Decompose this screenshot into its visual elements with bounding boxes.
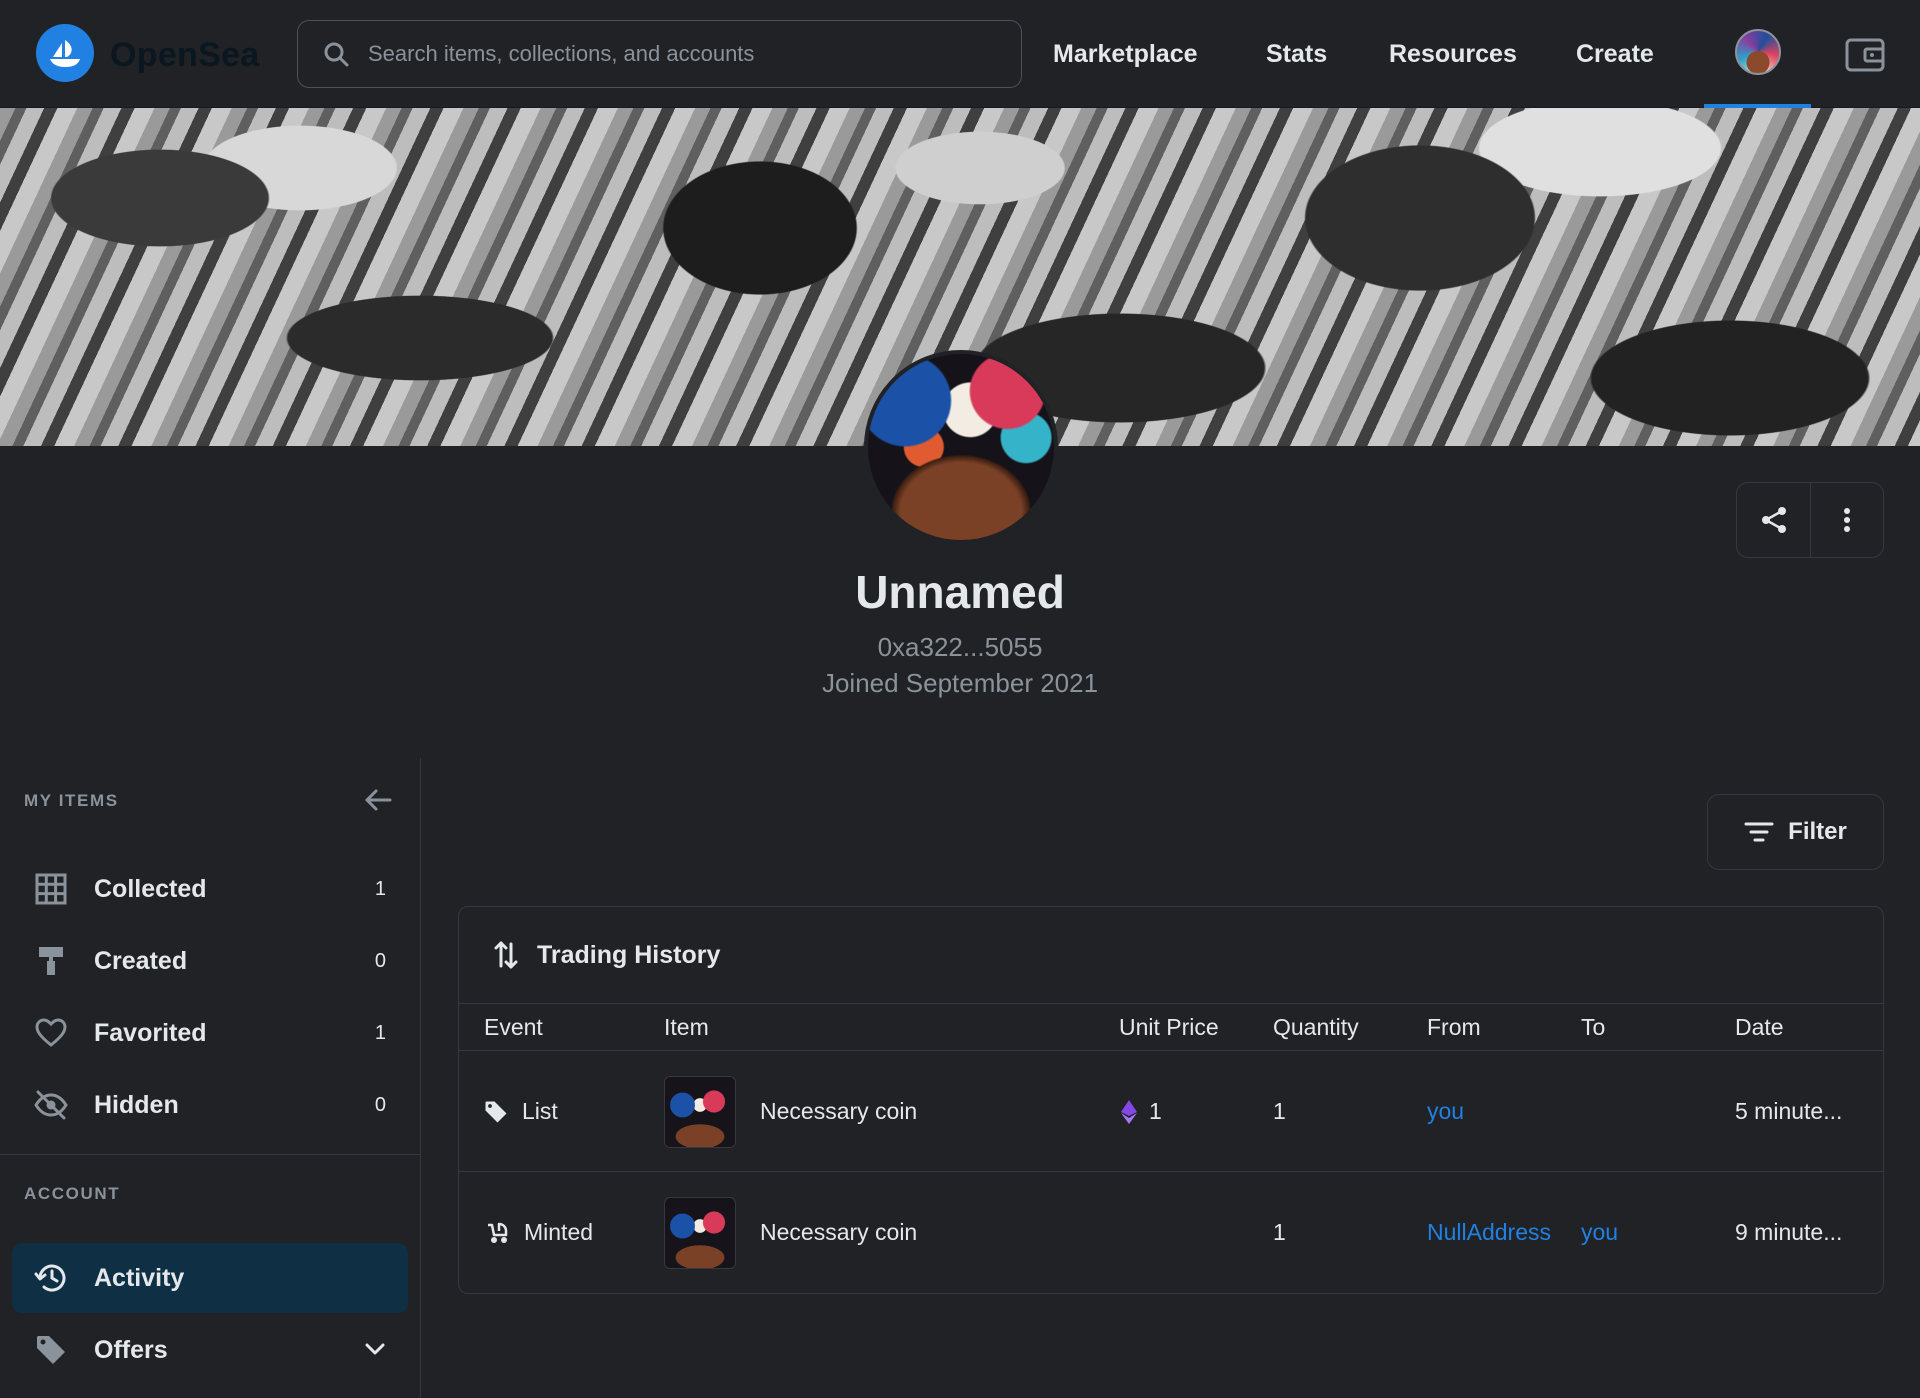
- filter-button[interactable]: Filter: [1707, 794, 1884, 870]
- share-button[interactable]: [1737, 483, 1810, 557]
- baby-stroller-icon: [488, 1222, 508, 1243]
- item-thumbnail[interactable]: [664, 1196, 736, 1269]
- to-link[interactable]: you: [1581, 1172, 1618, 1293]
- search-bar[interactable]: [297, 20, 1022, 88]
- sidebar-item-count: 1: [374, 1021, 386, 1044]
- from-link[interactable]: you: [1427, 1051, 1464, 1172]
- profile-actions: [1736, 482, 1884, 558]
- nav-profile-button[interactable]: [1704, 0, 1811, 108]
- table-row: Minted Necessary coin 1 NullAddress you …: [459, 1172, 1883, 1293]
- unit-price-value: 1: [1149, 1098, 1162, 1124]
- search-input[interactable]: [368, 34, 988, 74]
- unit-price-cell: 1: [1121, 1051, 1162, 1172]
- column-header-quantity: Quantity: [1273, 1014, 1359, 1040]
- item-cell[interactable]: Necessary coin: [664, 1051, 917, 1172]
- sidebar-item-created[interactable]: Created 0: [12, 926, 408, 996]
- grid-icon: [28, 873, 74, 905]
- nav-stats[interactable]: Stats: [1266, 0, 1327, 108]
- date-value[interactable]: 9 minute...: [1735, 1172, 1842, 1293]
- sidebar-item-count: 1: [374, 877, 386, 900]
- heart-icon: [28, 1018, 74, 1048]
- sidebar-item-label: Offers: [94, 1335, 168, 1364]
- table-header: Event Item Unit Price Quantity From To D…: [459, 1004, 1883, 1051]
- joined-date: Joined September 2021: [821, 668, 1099, 698]
- top-header: OpenSea Marketplace Stats Resources Crea…: [0, 0, 1920, 108]
- sidebar-item-label: Collected: [94, 874, 207, 903]
- quantity-value: 1: [1273, 1219, 1286, 1245]
- sidebar-item-count: 0: [374, 1093, 386, 1116]
- nav-marketplace[interactable]: Marketplace: [1053, 0, 1198, 108]
- wallet-icon[interactable]: [1840, 30, 1890, 80]
- filter-label: Filter: [1788, 818, 1847, 845]
- trading-history-header[interactable]: Trading History: [459, 907, 1883, 1004]
- history-icon: [28, 1262, 74, 1294]
- profile-name: Unnamed: [855, 566, 1065, 618]
- sidebar-item-label: Hidden: [94, 1090, 179, 1119]
- profile-avatar: [864, 350, 1058, 544]
- my-items-heading: MY ITEMS: [24, 791, 119, 810]
- column-header-from: From: [1427, 1014, 1481, 1040]
- tag-icon: [485, 1101, 507, 1122]
- avatar: [1734, 29, 1781, 75]
- item-thumbnail[interactable]: [664, 1075, 736, 1148]
- event-cell: Minted: [484, 1172, 593, 1293]
- sidebar-item-label: Favorited: [94, 1018, 207, 1047]
- item-name[interactable]: Necessary coin: [760, 1219, 917, 1246]
- sidebar: MY ITEMS Collected 1 Created 0 Favorited…: [0, 758, 421, 1398]
- quantity-value: 1: [1273, 1098, 1286, 1124]
- sidebar-divider: [0, 1154, 420, 1155]
- ethereum-icon: [1121, 1099, 1137, 1124]
- event-label: List: [522, 1098, 558, 1124]
- paint-roller-icon: [28, 945, 74, 977]
- sidebar-item-favorited[interactable]: Favorited 1: [12, 998, 408, 1068]
- search-icon: [320, 38, 352, 70]
- date-value[interactable]: 5 minute...: [1735, 1051, 1842, 1172]
- share-icon: [1761, 507, 1786, 533]
- chevron-down-icon[interactable]: [364, 1339, 386, 1362]
- column-header-item: Item: [664, 1014, 709, 1040]
- brand-name[interactable]: OpenSea: [110, 36, 260, 75]
- column-header-unit-price: Unit Price: [1119, 1014, 1219, 1040]
- nav-create[interactable]: Create: [1576, 0, 1654, 108]
- sidebar-item-hidden[interactable]: Hidden 0: [12, 1070, 408, 1140]
- filter-icon: [1744, 822, 1774, 842]
- arrows-up-down-icon: [494, 941, 518, 969]
- eye-off-icon: [28, 1090, 74, 1120]
- sidebar-item-offers[interactable]: Offers: [12, 1315, 408, 1385]
- sidebar-item-label: Created: [94, 946, 188, 975]
- item-cell[interactable]: Necessary coin: [664, 1172, 917, 1293]
- trading-history-title: Trading History: [537, 940, 721, 969]
- opensea-logo-icon[interactable]: [36, 24, 94, 82]
- sidebar-item-count: 0: [374, 949, 386, 972]
- column-header-event: Event: [484, 1014, 543, 1040]
- column-header-to: To: [1581, 1014, 1606, 1040]
- from-link[interactable]: NullAddress: [1427, 1172, 1551, 1293]
- event-cell: List: [484, 1051, 558, 1172]
- sidebar-item-collected[interactable]: Collected 1: [12, 854, 408, 924]
- more-options-button[interactable]: [1810, 483, 1883, 557]
- tag-icon: [28, 1334, 74, 1366]
- collapse-sidebar-icon[interactable]: [362, 784, 394, 816]
- sidebar-item-label: Activity: [94, 1263, 185, 1292]
- nav-resources[interactable]: Resources: [1389, 0, 1517, 108]
- more-vertical-icon: [1844, 508, 1850, 532]
- column-header-date: Date: [1735, 1014, 1784, 1040]
- trading-history-panel: Trading History Event Item Unit Price Qu…: [458, 906, 1884, 1294]
- account-heading: ACCOUNT: [24, 1184, 121, 1203]
- item-name[interactable]: Necessary coin: [760, 1098, 917, 1125]
- table-row: List Necessary coin 1 1 you 5 minute...: [459, 1051, 1883, 1172]
- sidebar-item-activity[interactable]: Activity: [12, 1243, 408, 1313]
- wallet-address[interactable]: 0xa322...5055: [0, 632, 1920, 663]
- event-label: Minted: [524, 1219, 594, 1245]
